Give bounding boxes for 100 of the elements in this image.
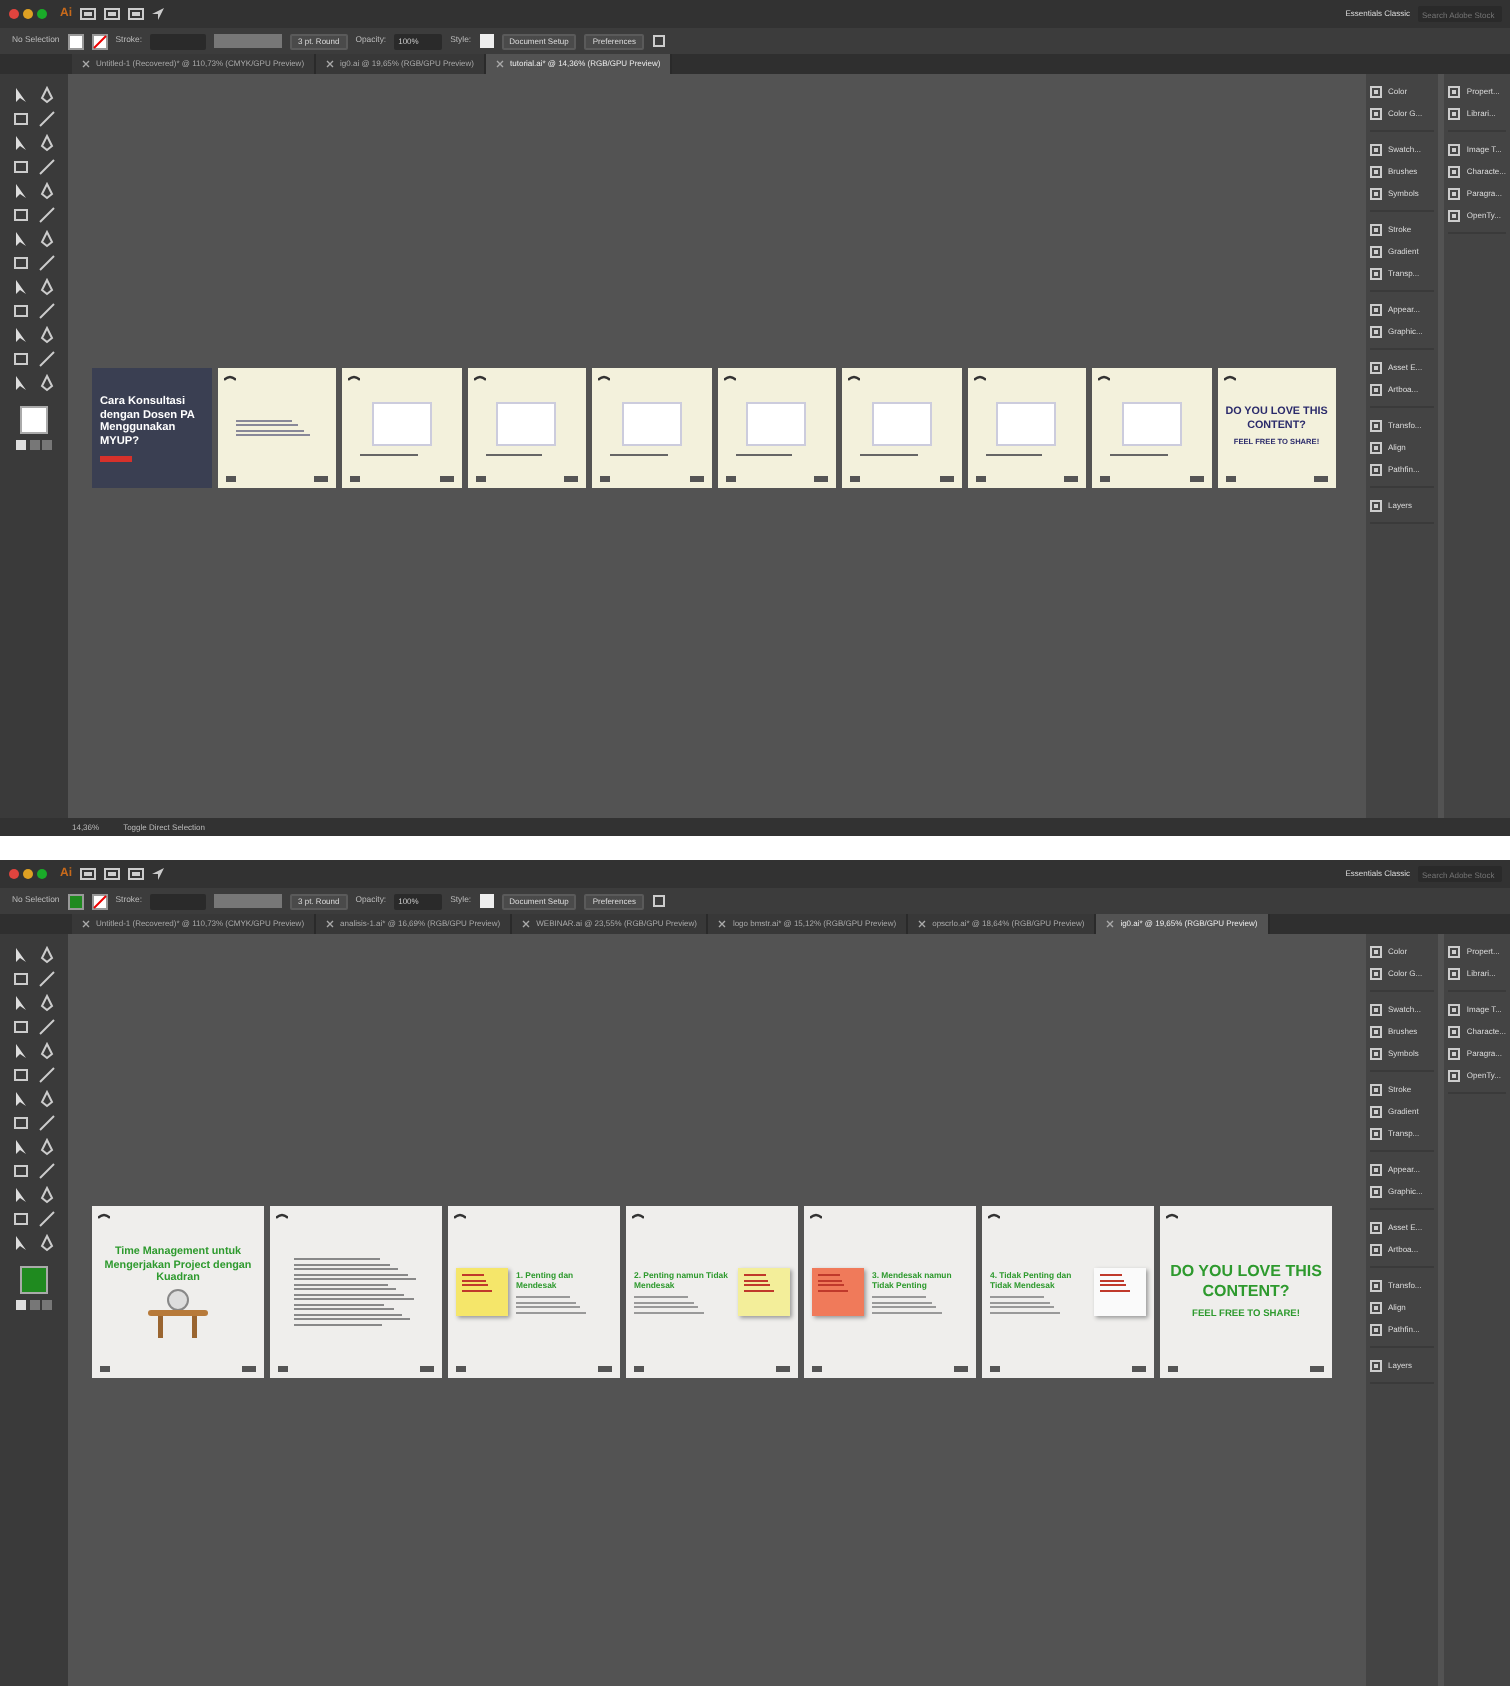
close-icon[interactable]: [82, 60, 90, 68]
footer-logo-icon: [990, 1366, 1000, 1372]
logo-icon: [473, 374, 485, 382]
footer-logo-icon: [1168, 1366, 1178, 1372]
panel-icon: [1448, 946, 1461, 958]
close-icon[interactable]: [82, 920, 90, 928]
selection-arrow-icon[interactable]: [12, 134, 30, 152]
text-lines-drawing: [293, 1258, 419, 1326]
panel-icon: [1370, 464, 1382, 476]
send-arrow-icon[interactable]: [152, 8, 164, 20]
footer-logo-icon: [634, 1366, 644, 1372]
rectangle-tool-icon[interactable]: [12, 1162, 30, 1180]
rectangle-tool-icon[interactable]: [12, 970, 30, 988]
line-tool-icon[interactable]: [38, 1114, 56, 1132]
rectangle-tool-icon[interactable]: [12, 110, 30, 128]
screenshot-thumbnail: [371, 401, 432, 445]
pen-icon[interactable]: [38, 946, 56, 964]
close-icon[interactable]: [718, 920, 727, 928]
selection-arrow-icon[interactable]: [12, 1042, 30, 1060]
line-tool-icon[interactable]: [38, 206, 56, 224]
pen-icon[interactable]: [38, 182, 56, 200]
send-arrow-icon[interactable]: [152, 868, 164, 880]
selection-arrow-icon[interactable]: [12, 994, 30, 1012]
selection-arrow-icon[interactable]: [12, 86, 30, 104]
close-icon[interactable]: [522, 920, 531, 928]
rectangle-tool-icon[interactable]: [12, 1114, 30, 1132]
selection-arrow-icon[interactable]: [12, 230, 30, 248]
selection-arrow-icon[interactable]: [12, 1234, 30, 1252]
rectangle-tool-icon[interactable]: [12, 1018, 30, 1036]
pen-icon[interactable]: [38, 134, 56, 152]
screenshot-thumbnail: [746, 401, 807, 445]
stroke-swatch[interactable]: [91, 893, 108, 909]
footer-logo-icon: [725, 476, 735, 482]
logo-icon: [454, 1212, 466, 1220]
close-icon[interactable]: [326, 920, 335, 928]
line-tool-icon[interactable]: [38, 1210, 56, 1228]
draw-mode-icon[interactable]: [16, 440, 52, 452]
pen-icon[interactable]: [38, 86, 56, 104]
text-lines-drawing: [818, 1274, 850, 1291]
fill-swatch[interactable]: [67, 893, 84, 909]
close-icon[interactable]: [918, 920, 927, 928]
line-tool-icon[interactable]: [38, 110, 56, 128]
pen-icon[interactable]: [38, 278, 56, 296]
selection-arrow-icon[interactable]: [12, 1138, 30, 1156]
pen-icon[interactable]: [38, 994, 56, 1012]
pen-icon[interactable]: [38, 326, 56, 344]
rectangle-tool-icon[interactable]: [12, 350, 30, 368]
footer-logo-icon: [100, 1366, 110, 1372]
close-icon[interactable]: [326, 60, 335, 68]
style-swatch[interactable]: [479, 34, 494, 48]
panel-icon: [1370, 1244, 1382, 1256]
arrange-icon[interactable]: [651, 34, 668, 48]
close-icon[interactable]: [1106, 920, 1115, 928]
arrange-icon[interactable]: [651, 894, 668, 908]
stroke-swatch[interactable]: [91, 33, 108, 49]
line-tool-icon[interactable]: [38, 350, 56, 368]
rectangle-tool-icon[interactable]: [12, 302, 30, 320]
selection-arrow-icon[interactable]: [12, 1186, 30, 1204]
footer-logo-icon: [812, 1366, 822, 1372]
selection-arrow-icon[interactable]: [12, 1090, 30, 1108]
logo-icon: [988, 1212, 1000, 1220]
rectangle-tool-icon[interactable]: [12, 1210, 30, 1228]
panel-icon: [1370, 86, 1382, 98]
fill-stroke-swatch[interactable]: [20, 1266, 48, 1294]
pen-icon[interactable]: [38, 374, 56, 392]
selection-arrow-icon[interactable]: [12, 278, 30, 296]
rectangle-tool-icon[interactable]: [12, 206, 30, 224]
line-tool-icon[interactable]: [38, 302, 56, 320]
footer-logo-icon: [1100, 476, 1110, 482]
pen-icon[interactable]: [38, 1138, 56, 1156]
selection-arrow-icon[interactable]: [12, 182, 30, 200]
screenshot-thumbnail: [1121, 401, 1182, 445]
logo-icon: [98, 1212, 110, 1220]
text-lines-drawing: [1100, 1274, 1132, 1291]
style-swatch[interactable]: [479, 894, 494, 908]
line-tool-icon[interactable]: [38, 1162, 56, 1180]
pen-icon[interactable]: [38, 1186, 56, 1204]
panel-icon: [1370, 1164, 1382, 1176]
panel-icon: [1370, 1186, 1382, 1198]
pen-icon[interactable]: [38, 1234, 56, 1252]
fill-stroke-swatch[interactable]: [20, 406, 48, 434]
pen-icon[interactable]: [38, 1090, 56, 1108]
pen-icon[interactable]: [38, 1042, 56, 1060]
rectangle-tool-icon[interactable]: [12, 254, 30, 272]
rectangle-tool-icon[interactable]: [12, 1066, 30, 1084]
line-tool-icon[interactable]: [38, 158, 56, 176]
fill-swatch[interactable]: [67, 33, 84, 49]
line-tool-icon[interactable]: [38, 1018, 56, 1036]
rectangle-tool-icon[interactable]: [12, 158, 30, 176]
selection-arrow-icon[interactable]: [12, 326, 30, 344]
panel-icon: [1370, 384, 1382, 396]
line-tool-icon[interactable]: [38, 254, 56, 272]
line-tool-icon[interactable]: [38, 1066, 56, 1084]
draw-mode-icon[interactable]: [16, 1300, 52, 1312]
selection-arrow-icon[interactable]: [12, 374, 30, 392]
pen-icon[interactable]: [38, 230, 56, 248]
line-tool-icon[interactable]: [38, 970, 56, 988]
logo-icon: [1166, 1212, 1178, 1220]
selection-arrow-icon[interactable]: [12, 946, 30, 964]
close-icon[interactable]: [496, 60, 505, 68]
